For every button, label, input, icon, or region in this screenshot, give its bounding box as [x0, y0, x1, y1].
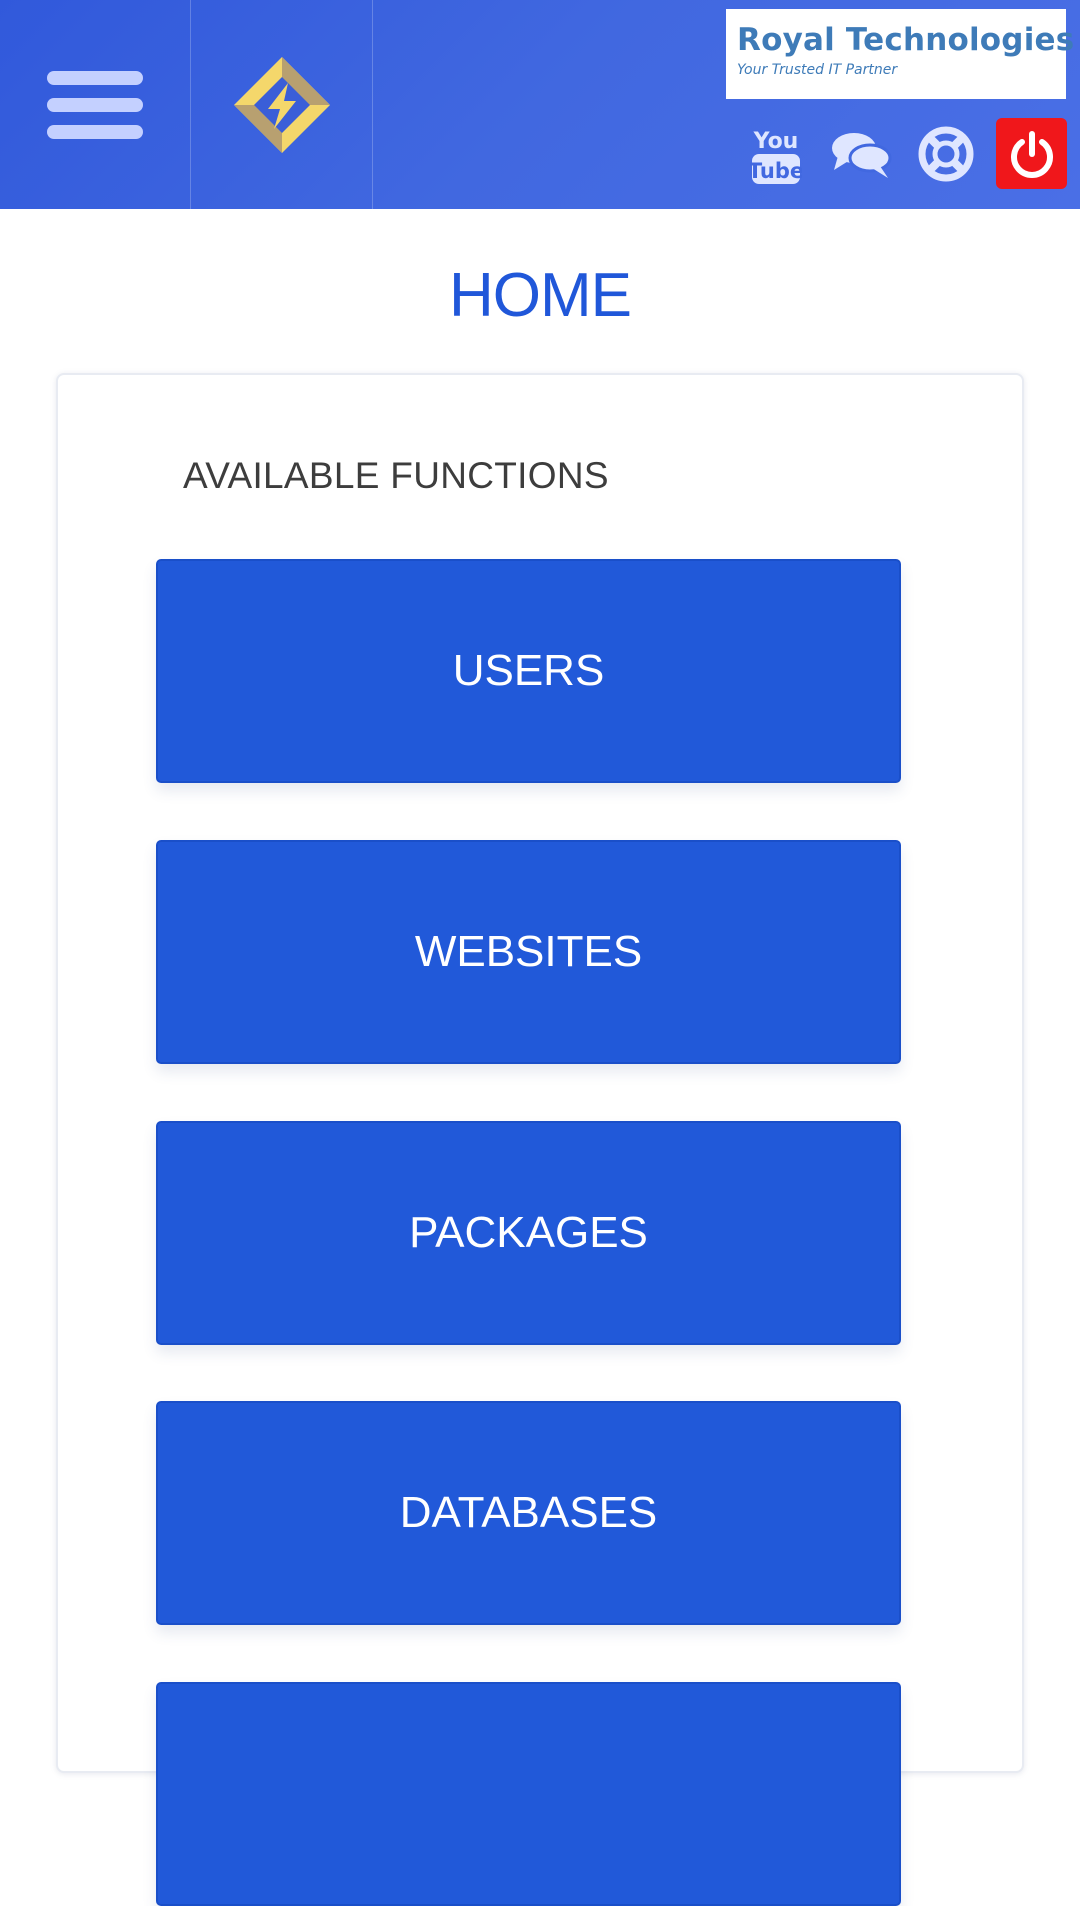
brand-logo: Royal Technologies Your Trusted IT Partn… — [726, 9, 1075, 99]
menu-bar — [47, 70, 143, 85]
youtube-icon[interactable]: You Tube — [745, 119, 807, 189]
databases-button[interactable]: DATABASES — [156, 1401, 901, 1625]
chat-bubbles-icon[interactable] — [826, 119, 896, 189]
users-button[interactable]: USERS — [156, 559, 901, 783]
youtube-you-text: You — [753, 129, 799, 154]
youtube-tube-text: Tube — [750, 159, 802, 183]
websites-button[interactable]: WEBSITES — [156, 840, 901, 1064]
hamburger-menu-icon[interactable] — [0, 0, 191, 209]
top-header: Royal Technologies Your Trusted IT Partn… — [0, 0, 1080, 209]
available-functions-heading: AVAILABLE FUNCTIONS — [183, 455, 609, 496]
menu-bar — [47, 97, 143, 112]
app-logo-cell[interactable] — [191, 0, 373, 209]
power-button[interactable] — [996, 118, 1067, 189]
packages-button[interactable]: PACKAGES — [156, 1121, 901, 1345]
brand-tagline: Your Trusted IT Partner — [737, 62, 898, 78]
functions-card: AVAILABLE FUNCTIONS USERS WEBSITES PACKA… — [56, 373, 1024, 1906]
menu-bar — [47, 124, 143, 139]
diamond-lightning-logo-icon — [233, 56, 330, 153]
power-icon — [1010, 130, 1053, 178]
brand-name: Royal Technologies — [737, 22, 1075, 58]
partial-function-button[interactable] — [156, 1682, 901, 1906]
lifebuoy-icon[interactable] — [911, 119, 981, 189]
page-title: HOME — [449, 261, 632, 330]
